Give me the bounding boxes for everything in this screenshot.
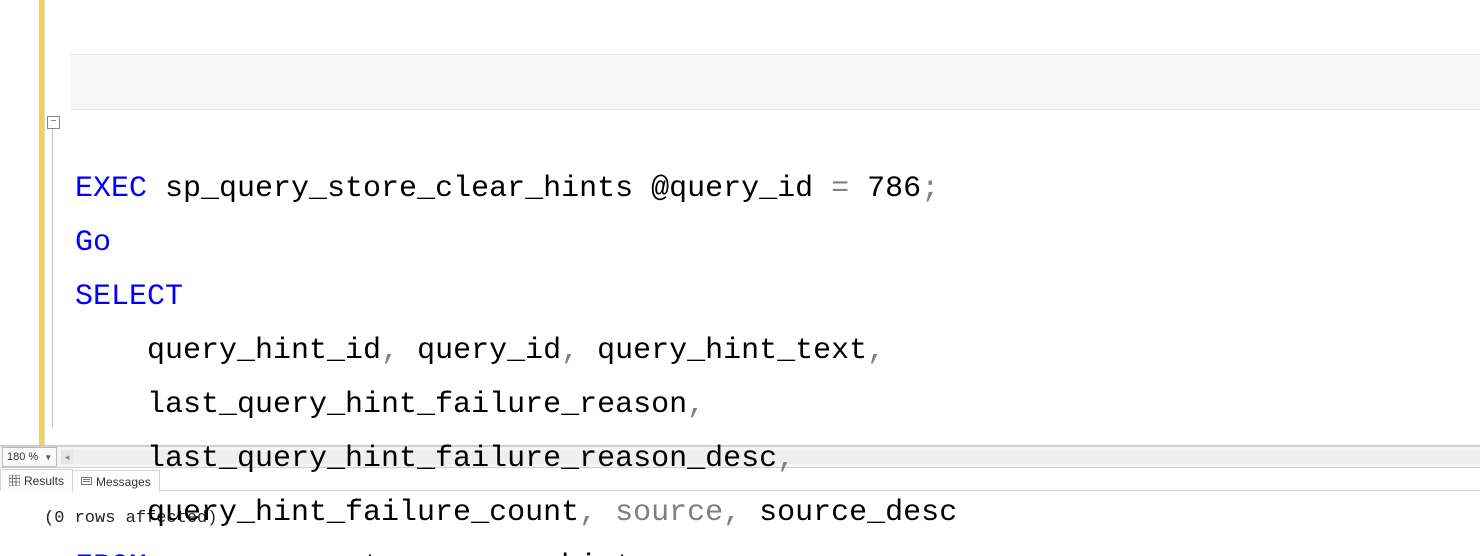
code-token: query_id bbox=[399, 334, 561, 368]
code-token: query_hint_failure_count bbox=[75, 496, 579, 530]
code-token: . bbox=[219, 550, 237, 556]
code-token: Go bbox=[75, 226, 111, 260]
code-line: SELECT bbox=[75, 270, 1480, 324]
current-line-highlight bbox=[71, 54, 1480, 110]
code-token: query_hint_text bbox=[579, 334, 867, 368]
code-token: EXEC bbox=[75, 172, 147, 206]
zoom-level-value: 180 % bbox=[7, 451, 38, 463]
code-token bbox=[813, 172, 831, 206]
code-line: Go bbox=[75, 216, 1480, 270]
code-line: FROM sys.query_store_query_hints; bbox=[75, 540, 1480, 556]
code-token: source_desc bbox=[741, 496, 957, 530]
code-token: , bbox=[561, 334, 579, 368]
code-token: SELECT bbox=[75, 280, 183, 314]
code-line: last_query_hint_failure_reason_desc, bbox=[75, 432, 1480, 486]
sql-editor-pane: − EXEC sp_query_store_clear_hints @query… bbox=[0, 0, 1480, 446]
code-token: last_query_hint_failure_reason_desc bbox=[75, 442, 777, 476]
code-token: , bbox=[867, 334, 885, 368]
code-text-area[interactable]: EXEC sp_query_store_clear_hints @query_i… bbox=[71, 0, 1480, 445]
code-line: query_hint_failure_count, source, source… bbox=[75, 486, 1480, 540]
editor-gutter bbox=[0, 0, 45, 445]
chevron-down-icon: ▼ bbox=[44, 453, 52, 462]
code-token: ; bbox=[651, 550, 669, 556]
code-token: , bbox=[381, 334, 399, 368]
code-line: query_hint_id, query_id, query_hint_text… bbox=[75, 324, 1480, 378]
code-token: ; bbox=[921, 172, 939, 206]
code-token: = bbox=[831, 172, 849, 206]
code-token: sp_query_store_clear_hints bbox=[147, 172, 651, 206]
code-token: last_query_hint_failure_reason bbox=[75, 388, 687, 422]
code-line: EXEC sp_query_store_clear_hints @query_i… bbox=[75, 162, 1480, 216]
code-token: , bbox=[777, 442, 795, 476]
code-token: source bbox=[597, 496, 723, 530]
code-token: query_store_query_hints bbox=[237, 550, 651, 556]
outline-margin: − bbox=[45, 0, 71, 445]
code-token: query_hint_id bbox=[75, 334, 381, 368]
code-token: @query_id bbox=[651, 172, 813, 206]
code-token bbox=[147, 550, 165, 556]
tab-results-label: Results bbox=[24, 474, 64, 488]
code-token: FROM bbox=[75, 550, 147, 556]
outline-vertical-line bbox=[52, 129, 53, 427]
change-indicator-bar bbox=[39, 0, 44, 445]
code-line: last_query_hint_failure_reason, bbox=[75, 378, 1480, 432]
code-token: sys bbox=[165, 550, 219, 556]
grid-icon bbox=[9, 475, 20, 486]
collapse-toggle-icon[interactable]: − bbox=[47, 116, 60, 129]
code-token: , bbox=[579, 496, 597, 530]
code-token: , bbox=[723, 496, 741, 530]
code-token: , bbox=[687, 388, 705, 422]
code-token: 786 bbox=[849, 172, 921, 206]
tab-results[interactable]: Results bbox=[0, 469, 73, 491]
scroll-left-button[interactable]: ◂ bbox=[61, 450, 73, 464]
zoom-level-dropdown[interactable]: 180 % ▼ bbox=[2, 447, 57, 467]
